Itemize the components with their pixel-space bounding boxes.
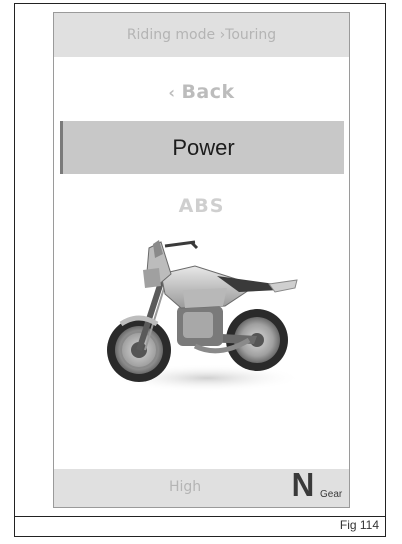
figure-caption: Fig 114 bbox=[339, 518, 379, 532]
power-menu-item[interactable]: Power bbox=[60, 121, 344, 174]
breadcrumb: Riding mode ›Touring bbox=[54, 13, 349, 57]
dashboard-screen: Riding mode ›Touring ‹ Back Power ABS Hi… bbox=[53, 12, 350, 508]
back-label: Back bbox=[181, 81, 235, 103]
gear-indicator: N bbox=[291, 466, 315, 503]
setting-value: High bbox=[169, 479, 202, 495]
motorcycle-illustration bbox=[107, 240, 302, 392]
gear-label: Gear bbox=[320, 489, 343, 500]
figure-divider bbox=[14, 516, 386, 517]
chevron-left-icon: ‹ bbox=[168, 82, 176, 102]
power-label: Power bbox=[172, 134, 235, 160]
status-footer: High N Gear bbox=[54, 466, 349, 507]
back-menu-item[interactable]: ‹ Back bbox=[54, 77, 349, 107]
abs-menu-item[interactable]: ABS bbox=[54, 191, 349, 221]
abs-label: ABS bbox=[178, 195, 225, 217]
